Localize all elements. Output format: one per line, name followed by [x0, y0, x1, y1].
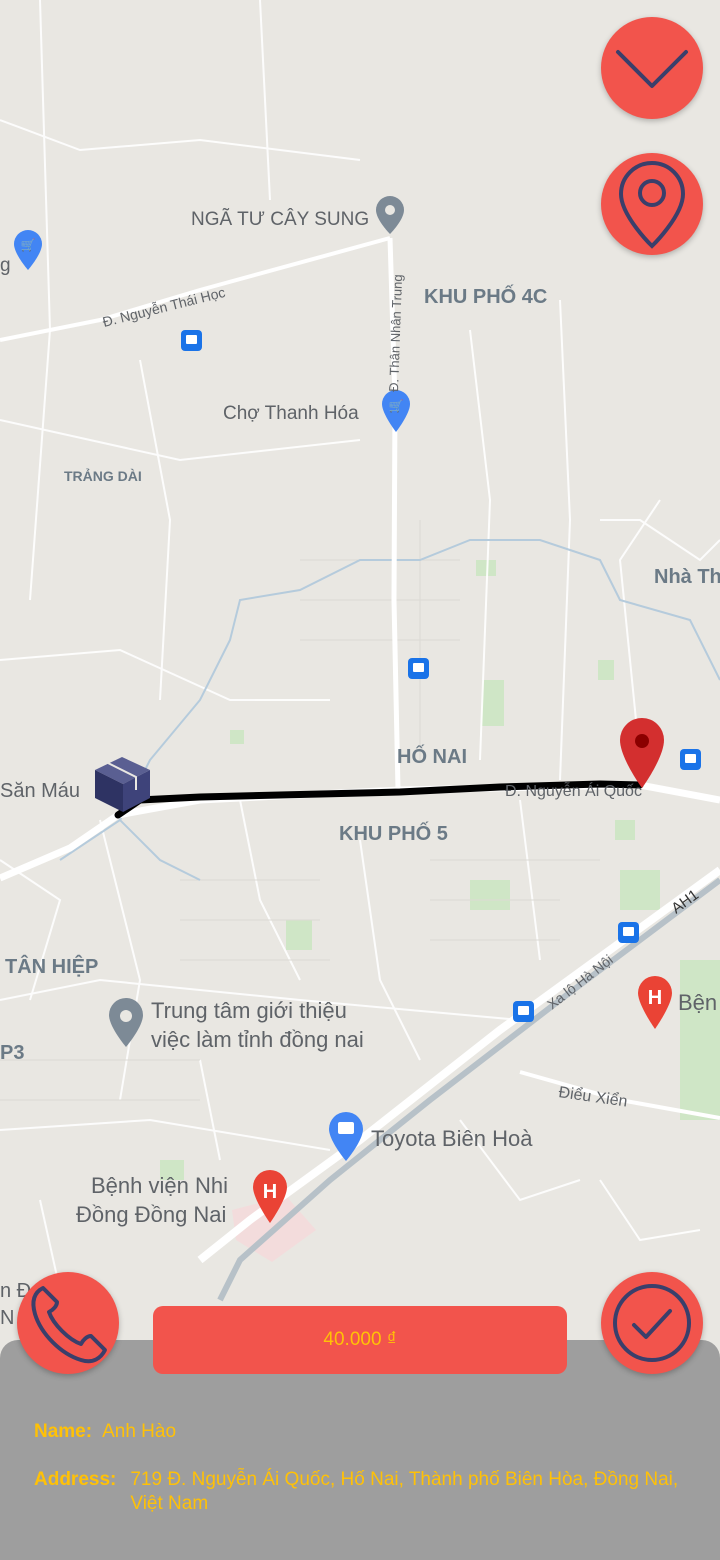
address-label: Address:	[34, 1469, 117, 1490]
phone-icon	[31, 1286, 107, 1364]
place-label: Săn Máu	[0, 780, 80, 802]
svg-text:H: H	[263, 1181, 277, 1203]
area-label: TÂN HIỆP	[5, 954, 98, 978]
bus-stop-icon[interactable]	[181, 330, 202, 351]
area-label: TRẢNG DÀI	[64, 468, 142, 484]
collapse-button[interactable]	[601, 17, 703, 119]
customer-address: 719 Đ. Nguyễn Ái Quốc, Hố Nai, Thành phố…	[130, 1469, 679, 1514]
place-label: NGÃ TƯ CÂY SUNG	[191, 208, 369, 230]
name-label: Name:	[34, 1421, 93, 1442]
bus-stop-icon[interactable]	[618, 922, 639, 943]
place-label: việc làm tỉnh đồng nai	[151, 1027, 364, 1052]
bus-stop-icon[interactable]	[513, 1001, 534, 1022]
customer-address-row: Address: 719 Đ. Nguyễn Ái Quốc, Hố Nai, …	[34, 1468, 694, 1516]
area-label: KHU PHỐ 4C	[424, 284, 547, 308]
confirm-button[interactable]	[601, 1272, 703, 1374]
place-label: Bệnh viện Nhi	[91, 1173, 228, 1198]
place-label: Chợ Thanh Hóa	[223, 403, 359, 424]
street-label: Đ. Nguyễn Ái Quốc	[505, 781, 642, 800]
price-label: 40.000 ₫	[323, 1329, 397, 1350]
place-label: g	[0, 255, 11, 276]
bus-stop-icon[interactable]	[408, 658, 429, 679]
svg-text:H: H	[648, 987, 662, 1009]
place-label: Toyota Biên Hoà	[371, 1126, 533, 1151]
bus-stop-icon[interactable]	[680, 749, 701, 770]
place-label: Đồng Đồng Nai	[76, 1202, 226, 1227]
customer-name: Anh Hào	[102, 1421, 177, 1442]
check-icon	[613, 1284, 691, 1362]
call-button[interactable]	[17, 1272, 119, 1374]
location-pin-icon	[618, 160, 686, 249]
area-label: KHU PHỐ 5	[339, 821, 448, 845]
chevron-down-icon	[616, 50, 688, 88]
price-button[interactable]: 40.000 ₫	[153, 1306, 567, 1374]
my-location-button[interactable]	[601, 153, 703, 255]
place-label: Bện	[678, 990, 717, 1015]
place-label: Trung tâm giới thiệu	[151, 998, 347, 1023]
place-label: N	[0, 1307, 14, 1329]
svg-text:🛒: 🛒	[389, 399, 404, 413]
area-label: Nhà Th	[654, 566, 720, 588]
area-label: P3	[0, 1042, 24, 1064]
area-label: HỐ NAI	[397, 744, 467, 768]
svg-text:🛒: 🛒	[21, 238, 36, 252]
customer-name-row: Name: Anh Hào	[34, 1421, 176, 1443]
